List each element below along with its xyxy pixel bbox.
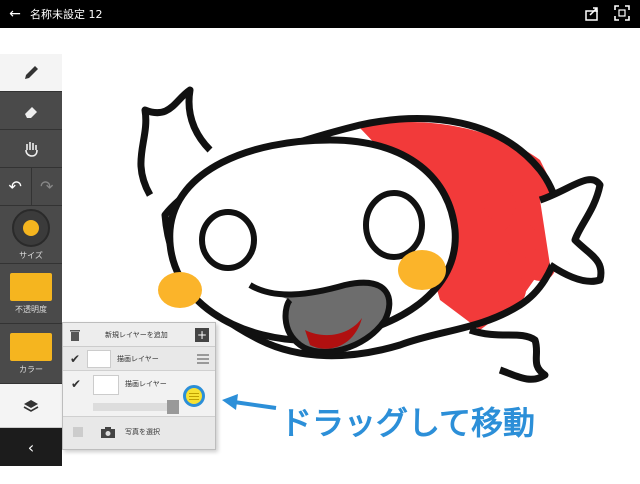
share-icon: [585, 7, 598, 21]
select-photo-row[interactable]: 写真を選択: [63, 417, 215, 447]
opacity-swatch: [10, 272, 52, 301]
layer-name: 描画レイヤー: [125, 380, 167, 388]
collapse-panel-button[interactable]: ‹: [0, 428, 62, 466]
drag-to-move-callout: ドラッグして移動: [280, 404, 536, 442]
chevron-left-icon: ‹: [27, 437, 35, 457]
brush-size-ring: [12, 208, 50, 247]
layer-name: 描画レイヤー: [117, 354, 159, 363]
color-label: カラー: [19, 364, 43, 374]
add-layer-button[interactable]: +: [195, 328, 209, 342]
callout-arrow-icon: [222, 394, 277, 410]
pencil-icon: [25, 65, 38, 79]
select-photo-label: 写真を選択: [125, 428, 160, 436]
size-label: サイズ: [19, 250, 43, 260]
hand-icon: [25, 141, 38, 157]
share-button[interactable]: [584, 5, 600, 21]
layer-thumbnail: [93, 375, 119, 395]
layer-item[interactable]: ✔ 描画レイヤー: [63, 347, 215, 371]
document-title: 名称未設定 12: [30, 8, 103, 21]
eraser-icon: [25, 106, 37, 118]
arrow-left-icon: ←: [9, 6, 21, 22]
redo-button[interactable]: ↷: [30, 168, 63, 205]
delete-layer-button[interactable]: [63, 328, 87, 342]
camera-icon: [101, 426, 115, 438]
undo-icon: ↶: [8, 177, 22, 196]
brush-size-control[interactable]: サイズ: [0, 206, 62, 264]
brush-size-preview: [23, 219, 39, 236]
add-layer-label: 新規レイヤーを追加: [105, 330, 168, 339]
fullscreen-button[interactable]: [614, 5, 630, 21]
layer-visibility-checkbox[interactable]: ✔: [71, 377, 81, 391]
opacity-control[interactable]: 不透明度: [0, 264, 62, 324]
layers-header: 新規レイヤーを追加 +: [63, 323, 215, 347]
top-bar: ← 名称未設定 12: [0, 0, 640, 28]
pencil-tool[interactable]: [0, 54, 62, 92]
layers-button[interactable]: [0, 384, 62, 428]
redo-icon: ↷: [40, 177, 54, 196]
opacity-label: 不透明度: [15, 304, 47, 314]
layers-panel: 新規レイヤーを追加 + ✔ 描画レイヤー ✔ 描画レイヤー 写真を選択: [62, 322, 216, 450]
layer-visibility-checkbox[interactable]: ✔: [63, 352, 87, 366]
plus-icon: +: [196, 328, 208, 342]
fullscreen-icon: [614, 5, 630, 21]
hand-tool[interactable]: [0, 130, 62, 168]
layer-opacity-thumb[interactable]: [167, 400, 179, 414]
color-swatch: [10, 332, 52, 361]
layers-icon: [23, 399, 39, 412]
tool-panel: ↶ ↷ サイズ 不透明度 カラー ‹: [0, 54, 62, 466]
color-control[interactable]: カラー: [0, 324, 62, 384]
trash-icon: [70, 329, 80, 341]
layer-thumbnail: [87, 349, 111, 368]
layer-reorder-handle[interactable]: [197, 354, 209, 364]
undo-button[interactable]: ↶: [0, 168, 31, 205]
photo-checkbox[interactable]: [73, 427, 83, 437]
back-button[interactable]: ←: [0, 6, 30, 22]
eraser-tool[interactable]: [0, 92, 62, 130]
undo-redo-group: ↶ ↷: [0, 168, 62, 206]
layer-opacity-slider[interactable]: [93, 400, 179, 414]
layer-item[interactable]: ✔ 描画レイヤー: [63, 371, 215, 417]
layer-drag-handle[interactable]: [183, 385, 205, 407]
